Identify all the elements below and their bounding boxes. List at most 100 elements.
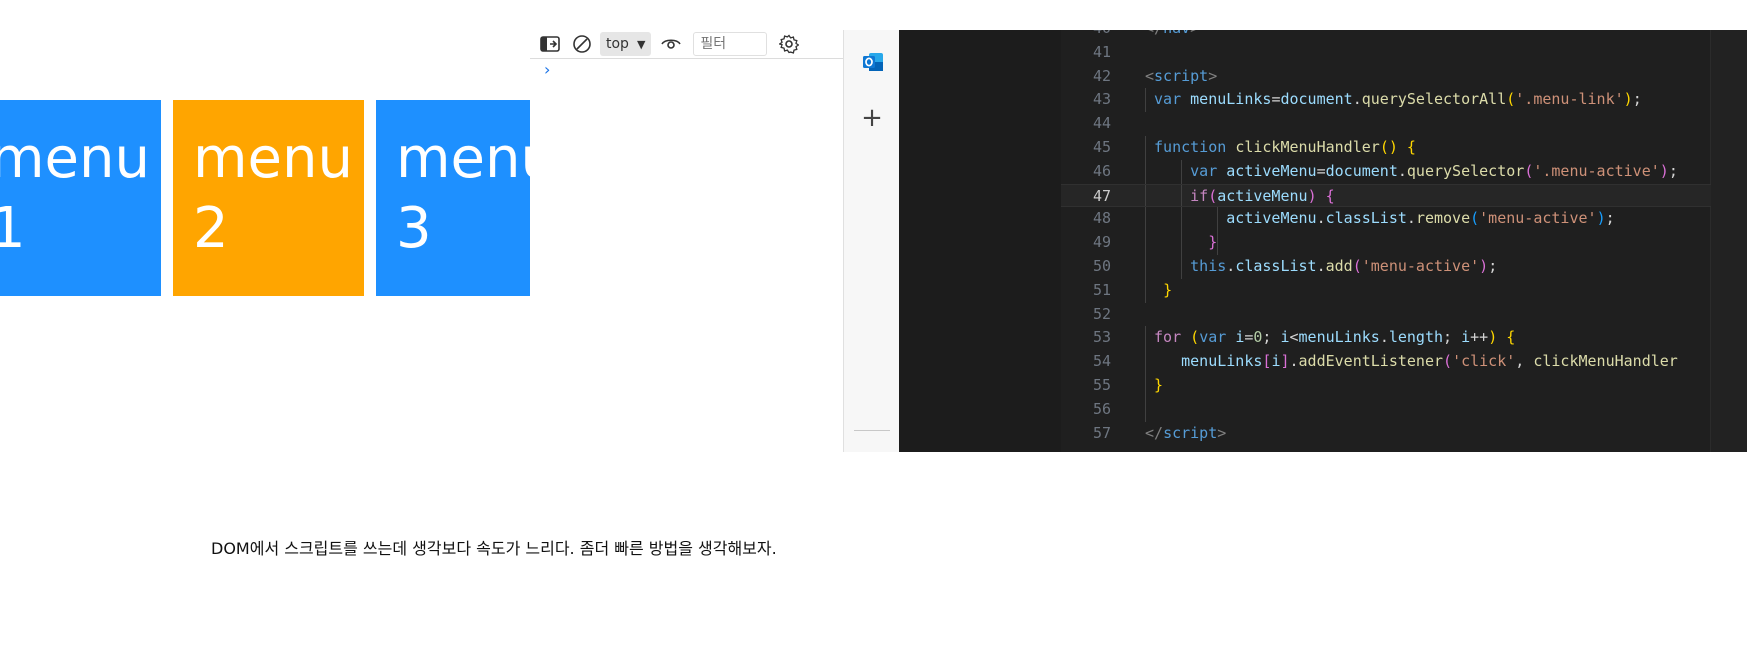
code-line[interactable]: 52 [1061, 303, 1711, 327]
indent-guide [1145, 397, 1146, 422]
code-token: clickMenuHandler [1533, 352, 1678, 371]
code-lines: 40</nav>4142<script>43 var menuLinks=doc… [1061, 30, 1711, 445]
code-token: this [1190, 256, 1227, 275]
code-line[interactable]: 47 if(activeMenu) { [1061, 183, 1711, 208]
console-prompt[interactable]: › [544, 60, 550, 79]
code-line[interactable]: 45 function clickMenuHandler() { [1061, 135, 1711, 160]
add-sidebar-app-button[interactable]: + [860, 105, 884, 131]
menu-word: menu [0, 126, 150, 191]
menu-number: 3 [396, 196, 432, 261]
code-token: menuLinks [1190, 90, 1272, 109]
code-token: ) [1596, 209, 1606, 228]
code-line[interactable]: 53 for (var i=0; i<menuLinks.length; i++… [1061, 326, 1711, 351]
line-number: 45 [1092, 137, 1111, 156]
code-editor[interactable]: 40</nav>4142<script>43 var menuLinks=doc… [899, 30, 1747, 452]
code-token: () [1379, 137, 1398, 156]
line-number: 47 [1092, 186, 1111, 205]
code-token: script [1154, 66, 1209, 85]
context-select[interactable]: top ▼ [600, 32, 652, 56]
menu-link-2[interactable]: menu 2 [173, 100, 364, 296]
code-line[interactable]: 40 </nav> [1061, 30, 1711, 41]
code-token: for [1154, 328, 1182, 347]
code-token: ) [1307, 186, 1317, 205]
code-text: </script> [1145, 422, 1226, 446]
code-token: < [1289, 328, 1299, 347]
code-text: } [1145, 231, 1217, 255]
code-token: i [1461, 328, 1471, 347]
code-token: i [1280, 328, 1290, 347]
menu-word: menu [396, 126, 530, 191]
code-token: ] [1280, 352, 1290, 371]
code-line[interactable]: 44 [1061, 112, 1711, 136]
code-text: <script> [1145, 65, 1217, 89]
code-token: ; [1632, 90, 1642, 109]
code-token: </ [1145, 30, 1163, 37]
line-number: 44 [1092, 114, 1111, 133]
line-number: 49 [1092, 233, 1111, 252]
line-number: 53 [1092, 328, 1111, 347]
menu-link-3[interactable]: menu 3 [376, 100, 530, 296]
code-line[interactable]: 57 </script> [1061, 422, 1711, 446]
code-line[interactable]: 51 } [1061, 278, 1711, 303]
code-token: clickMenuHandler [1235, 137, 1380, 156]
code-token: > [1190, 30, 1199, 37]
code-line[interactable]: 50 this.classList.add('menu-active'); [1061, 254, 1711, 279]
code-token: ; [1262, 328, 1281, 347]
code-token: } [1208, 233, 1218, 252]
clear-console-icon[interactable] [570, 32, 594, 56]
code-token: . [1379, 328, 1389, 347]
code-token: activeMenu [1226, 161, 1317, 180]
code-token: } [1154, 375, 1164, 394]
line-number: 40 [1061, 30, 1111, 41]
code-line[interactable]: 43 var menuLinks=document.querySelectorA… [1061, 88, 1711, 113]
code-line[interactable]: 46 var activeMenu=document.querySelector… [1061, 159, 1711, 184]
line-number: 50 [1092, 256, 1111, 275]
devtools-console-panel: top ▼ › [530, 30, 843, 452]
code-token: var [1154, 90, 1182, 109]
menu-number: 2 [193, 196, 229, 261]
line-number: 52 [1092, 304, 1111, 323]
code-line[interactable]: 56 [1061, 397, 1711, 422]
filter-input[interactable] [693, 32, 768, 56]
editor-minimap[interactable] [1710, 30, 1747, 452]
code-token: classList [1325, 209, 1407, 228]
code-token: . [1406, 209, 1416, 228]
code-token: remove [1415, 209, 1471, 228]
code-token: var [1190, 161, 1218, 180]
code-token: i [1235, 328, 1245, 347]
code-text: } [1145, 279, 1172, 303]
code-token: </ [1145, 423, 1164, 442]
code-line[interactable]: 49 } [1061, 231, 1711, 255]
live-expression-eye-icon[interactable] [659, 32, 683, 56]
line-number: 51 [1092, 280, 1111, 299]
sidebar-divider [854, 430, 890, 431]
code-token: . [1316, 209, 1326, 228]
code-line[interactable]: 48 activeMenu.classList.remove('menu-act… [1061, 207, 1711, 232]
code-token: function [1154, 137, 1227, 156]
code-token: menuLinks [1181, 352, 1263, 371]
toggle-sidebar-icon[interactable] [538, 32, 562, 56]
code-token: ; [1443, 328, 1462, 347]
code-line[interactable]: 55 } [1061, 373, 1711, 398]
code-token: { [1406, 137, 1416, 156]
code-line[interactable]: 41 [1061, 41, 1711, 65]
line-number: 42 [1092, 66, 1111, 85]
code-token: ; [1668, 161, 1678, 180]
code-token: . [1289, 352, 1299, 371]
outlook-icon[interactable] [861, 50, 885, 74]
code-line[interactable]: 54 menuLinks[i].addEventListener('click'… [1061, 350, 1711, 374]
menu-link-1[interactable]: menu 1 [0, 100, 161, 296]
code-line[interactable]: 42 <script> [1061, 65, 1711, 89]
settings-gear-icon[interactable] [777, 32, 801, 56]
code-text: } [1145, 374, 1163, 398]
code-token: > [1217, 423, 1227, 442]
code-text: activeMenu.classList.remove('menu-active… [1145, 207, 1614, 231]
